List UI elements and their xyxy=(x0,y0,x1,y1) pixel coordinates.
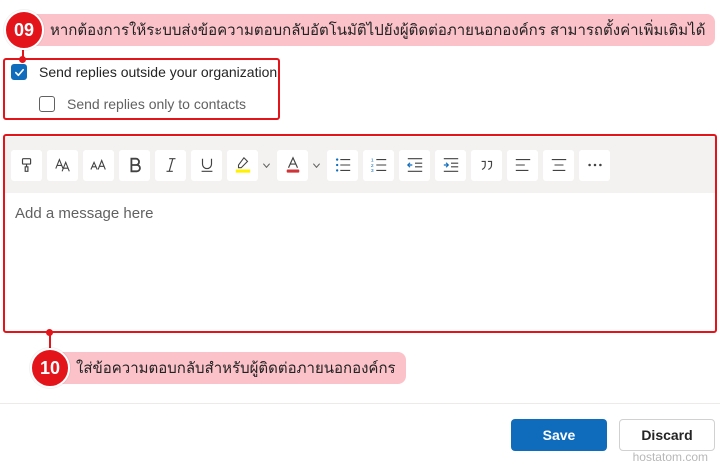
footer-divider xyxy=(0,403,720,404)
step-10-callout: 10 ใส่ข้อความตอบกลับสำหรับผู้ติดต่อภายนอ… xyxy=(30,348,406,388)
outside-org-checkbox[interactable] xyxy=(11,64,27,80)
outside-org-label: Send replies outside your organization xyxy=(39,64,278,80)
contacts-only-option[interactable]: Send replies only to contacts xyxy=(39,96,246,112)
editor-highlight xyxy=(3,134,717,333)
step-09-callout: 09 หากต้องการให้ระบบส่งข้อความตอบกลับอัต… xyxy=(4,10,716,50)
outside-org-option[interactable]: Send replies outside your organization xyxy=(11,64,277,80)
contacts-only-label: Send replies only to contacts xyxy=(67,96,246,112)
discard-button[interactable]: Discard xyxy=(619,419,715,451)
checkmark-icon xyxy=(14,68,24,76)
step-09-text: หากต้องการให้ระบบส่งข้อความตอบกลับอัตโนม… xyxy=(24,14,716,46)
step-10-connector-dot xyxy=(46,329,53,336)
save-button[interactable]: Save xyxy=(511,419,607,451)
step-10-number: 10 xyxy=(30,348,70,388)
step-10-text: ใส่ข้อความตอบกลับสำหรับผู้ติดต่อภายนอกอง… xyxy=(50,352,406,384)
step-09-number: 09 xyxy=(4,10,44,50)
contacts-only-checkbox[interactable] xyxy=(39,96,55,112)
watermark: hostatom.com xyxy=(632,450,708,464)
